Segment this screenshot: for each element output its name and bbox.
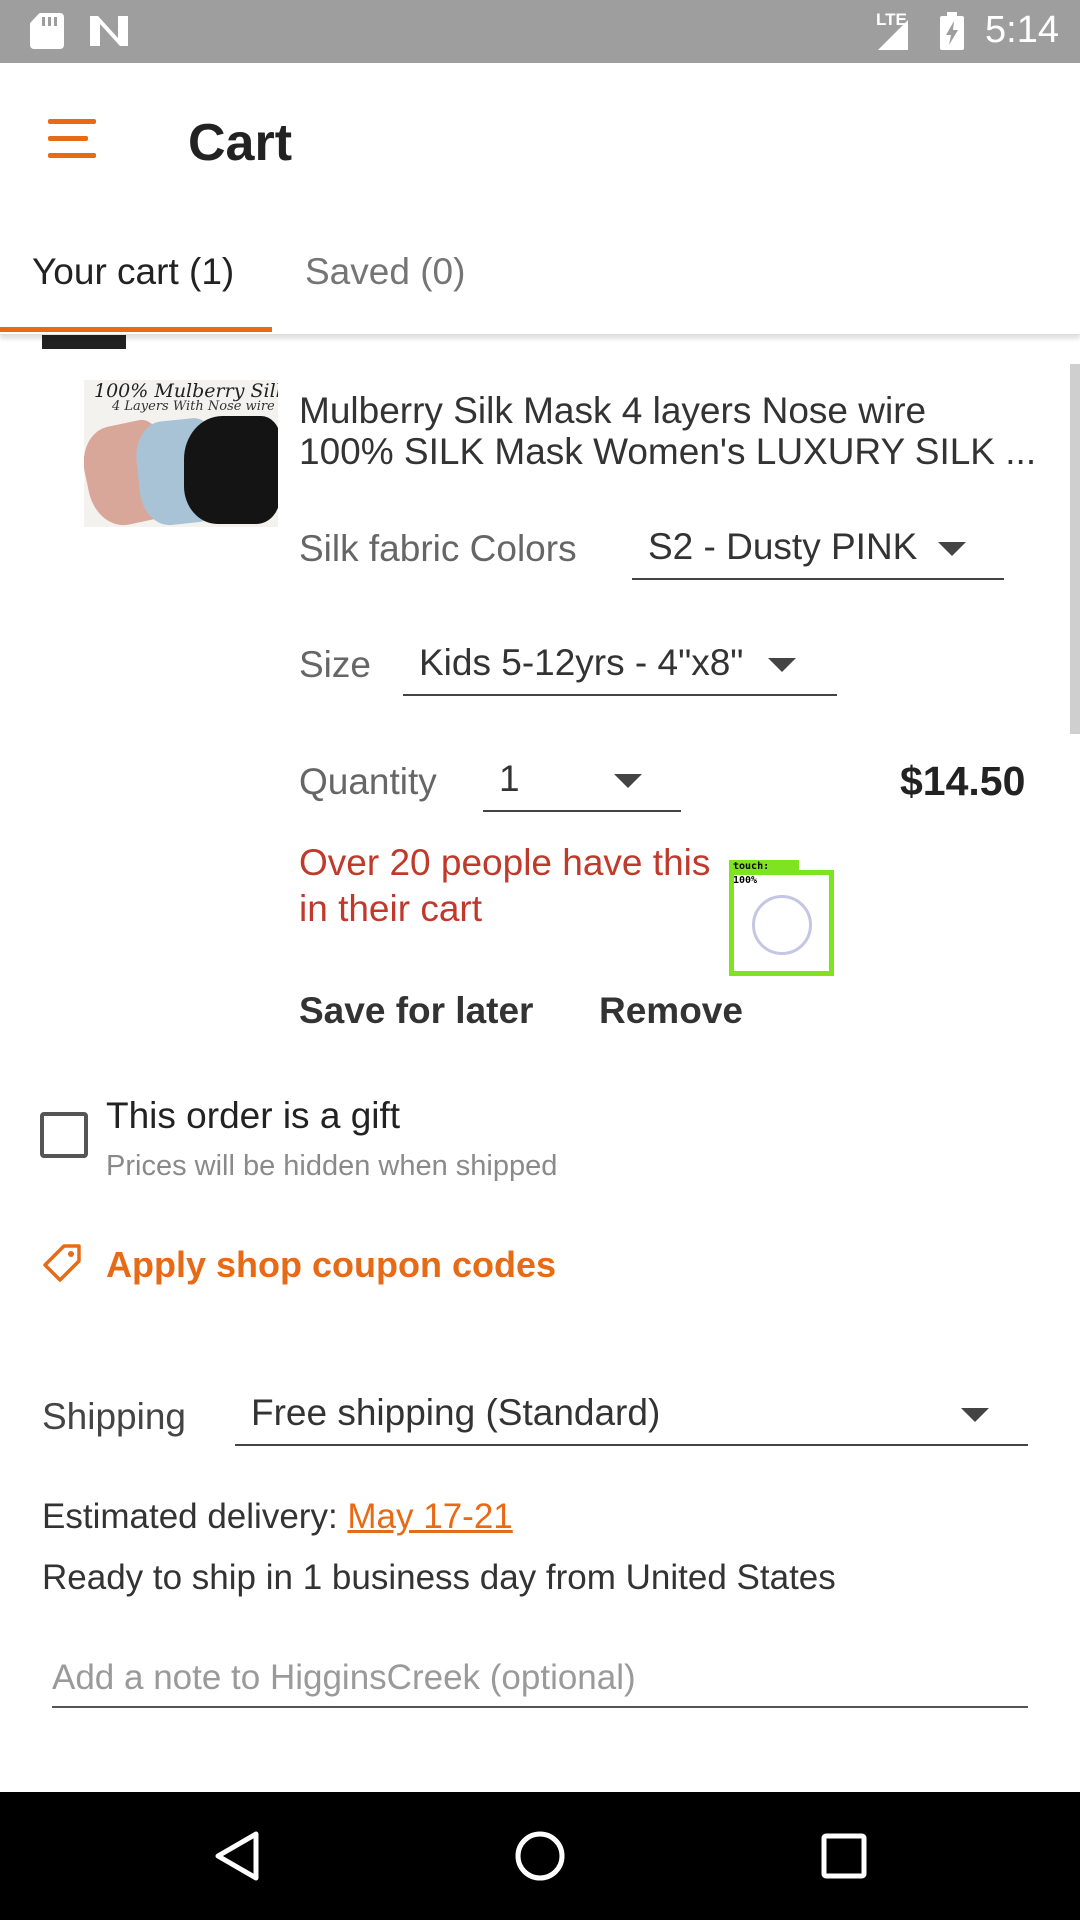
product-image-subcaption: 4 Layers With Nose wire [112, 399, 275, 414]
tag-icon [43, 1244, 81, 1282]
item-price: $14.50 [900, 758, 1026, 804]
signal-icon [878, 20, 908, 50]
size-value: Kids 5-12yrs - 4"x8" [419, 642, 744, 683]
status-bar: LTE 5:14 [0, 0, 1080, 63]
previous-item-thumbnail [42, 335, 126, 349]
gift-subtitle: Prices will be hidden when shipped [106, 1150, 558, 1182]
remove-button[interactable]: Remove [599, 990, 743, 1032]
size-select[interactable]: Kids 5-12yrs - 4"x8" [403, 638, 837, 696]
color-label: Silk fabric Colors [299, 528, 577, 569]
chevron-down-icon [768, 658, 796, 672]
gift-checkbox[interactable] [40, 1112, 88, 1158]
recents-icon[interactable] [812, 1824, 876, 1888]
clock: 5:14 [985, 9, 1059, 51]
battery-charging-icon [940, 12, 964, 50]
quantity-value: 1 [499, 758, 520, 799]
size-label: Size [299, 644, 371, 685]
sd-card-icon [30, 13, 64, 49]
color-value: S2 - Dusty PINK [648, 526, 918, 567]
quantity-label: Quantity [299, 761, 437, 802]
active-tab-indicator [0, 327, 272, 332]
product-title-line-2: 100% SILK Mask Women's LUXURY SILK ... [299, 431, 1037, 472]
estimated-delivery: Estimated delivery: May 17-21 [42, 1497, 513, 1536]
save-for-later-button[interactable]: Save for later [299, 990, 533, 1032]
product-image[interactable]: 100% Mulberry Silk 4 Layers With Nose wi… [84, 380, 278, 527]
gift-title: This order is a gift [106, 1095, 401, 1136]
chevron-down-icon [938, 542, 966, 556]
scrollbar[interactable] [1070, 364, 1080, 734]
back-icon[interactable] [206, 1824, 270, 1888]
apply-coupon-button[interactable]: Apply shop coupon codes [106, 1244, 556, 1286]
tab-your-cart[interactable]: Your cart (1) [32, 251, 234, 293]
shipping-select[interactable]: Free shipping (Standard) [235, 1388, 1028, 1446]
system-navigation-bar [0, 1792, 1080, 1920]
quantity-select[interactable]: 1 [483, 754, 681, 812]
shipping-label: Shipping [42, 1396, 187, 1437]
home-icon[interactable] [508, 1824, 572, 1888]
n-notification-icon [90, 16, 128, 46]
chevron-down-icon [614, 774, 642, 788]
chevron-down-icon [961, 1408, 989, 1422]
seller-note-input[interactable] [52, 1650, 1028, 1708]
app-bar: Cart [0, 63, 1080, 213]
product-title-line-1: Mulberry Silk Mask 4 layers Nose wire [299, 390, 927, 431]
cart-urgency-notice: Over 20 people have this in their cart [299, 842, 711, 929]
touch-indicator-label: touch: 100% [729, 860, 799, 886]
shipping-value: Free shipping (Standard) [251, 1392, 661, 1433]
ready-to-ship-text: Ready to ship in 1 business day from Uni… [42, 1558, 836, 1597]
cart-tabs: Your cart (1) Saved (0) [0, 213, 1080, 335]
tab-saved[interactable]: Saved (0) [305, 251, 465, 293]
page-title: Cart [188, 114, 293, 172]
product-title[interactable]: Mulberry Silk Mask 4 layers Nose wire 10… [299, 390, 1039, 472]
color-select[interactable]: S2 - Dusty PINK [632, 522, 1004, 580]
touch-point-icon [752, 895, 812, 955]
delivery-date-link[interactable]: May 17-21 [347, 1497, 512, 1536]
hamburger-menu-icon[interactable] [48, 117, 98, 158]
